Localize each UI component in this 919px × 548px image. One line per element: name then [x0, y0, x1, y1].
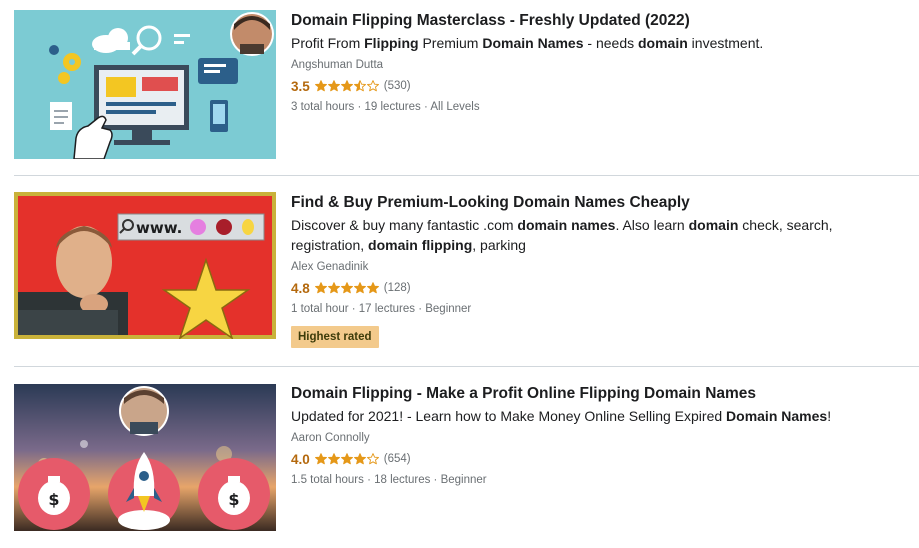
rating-value: 4.8	[291, 280, 310, 296]
headline-keyword: domain	[638, 35, 688, 51]
course-card[interactable]: $ $ Domain Flipping - Make a Profit Onli…	[0, 367, 919, 548]
star-full-icon	[340, 282, 353, 294]
star-rating	[314, 80, 379, 92]
star-full-icon	[340, 453, 353, 465]
headline-text: !	[827, 408, 832, 424]
headline-text: Premium	[418, 35, 483, 51]
star-full-icon	[314, 80, 327, 92]
rating-row: 4.8 (128)	[291, 280, 901, 296]
headline-keyword: Domain Names	[726, 408, 828, 424]
course-meta: 3 total hours · 19 lectures · All Levels	[291, 101, 480, 113]
course-instructor: Alex Genadinik	[291, 261, 369, 273]
thumb-url-text: www.	[136, 219, 182, 237]
star-full-icon	[327, 453, 340, 465]
star-empty-icon	[366, 453, 379, 465]
headline-keyword: domain flipping	[368, 237, 473, 253]
star-full-icon	[340, 80, 353, 92]
highest-rated-badge: Highest rated	[291, 326, 379, 348]
course-meta: 1.5 total hours · 18 lectures · Beginner	[291, 474, 487, 486]
star-full-icon	[353, 453, 366, 465]
headline-text: Updated for 2021! - Learn how to Make Mo…	[291, 408, 727, 424]
rating-row: 4.0 (654)	[291, 451, 901, 467]
course-headline: Updated for 2021! - Learn how to Make Mo…	[291, 406, 901, 426]
star-full-icon	[314, 282, 327, 294]
star-rating	[314, 282, 379, 294]
headline-keyword: Flipping	[364, 35, 419, 51]
course-title[interactable]: Domain Flipping - Make a Profit Online F…	[291, 384, 901, 404]
star-rating	[314, 453, 379, 465]
headline-text: Profit From	[291, 35, 365, 51]
headline-keyword: Domain Names	[482, 35, 584, 51]
course-meta: 1 total hour · 17 lectures · Beginner	[291, 303, 472, 315]
course-thumbnail[interactable]: www.	[14, 192, 276, 339]
headline-keyword: domain	[688, 217, 739, 233]
course-headline: Discover & buy many fantastic .com domai…	[291, 215, 901, 255]
headline-text: , parking	[472, 237, 526, 253]
course-instructor: Angshuman Dutta	[291, 59, 384, 71]
course-card[interactable]: www. Find & Buy Premium-Looking Domain N…	[0, 176, 919, 366]
course-instructor: Aaron Connolly	[291, 432, 370, 444]
rating-row: 3.5 (530)	[291, 78, 901, 94]
headline-text: . Also learn	[615, 217, 689, 233]
star-full-icon	[353, 282, 366, 294]
rating-count: (654)	[383, 453, 411, 465]
course-thumbnail[interactable]: $ $	[14, 384, 276, 531]
rating-value: 3.5	[291, 78, 310, 94]
headline-text: investment.	[687, 35, 764, 51]
rating-value: 4.0	[291, 451, 310, 467]
star-full-icon	[314, 453, 327, 465]
rating-count: (530)	[383, 80, 411, 92]
course-headline: Profit From Flipping Premium Domain Name…	[291, 33, 901, 53]
headline-keyword: domain names	[517, 217, 616, 233]
rating-count: (128)	[383, 282, 411, 294]
star-half-icon	[353, 80, 366, 92]
star-full-icon	[327, 80, 340, 92]
course-title[interactable]: Find & Buy Premium-Looking Domain Names …	[291, 193, 901, 213]
star-full-icon	[327, 282, 340, 294]
course-title[interactable]: Domain Flipping Masterclass - Freshly Up…	[291, 11, 901, 31]
course-card[interactable]: Domain Flipping Masterclass - Freshly Up…	[0, 0, 919, 175]
course-thumbnail[interactable]	[14, 10, 276, 159]
headline-text: - needs	[583, 35, 638, 51]
dollar-sign: $	[48, 490, 59, 509]
dollar-sign: $	[228, 490, 239, 509]
star-empty-icon	[366, 80, 379, 92]
headline-text: Discover & buy many fantastic .com	[291, 217, 518, 233]
star-full-icon	[366, 282, 379, 294]
